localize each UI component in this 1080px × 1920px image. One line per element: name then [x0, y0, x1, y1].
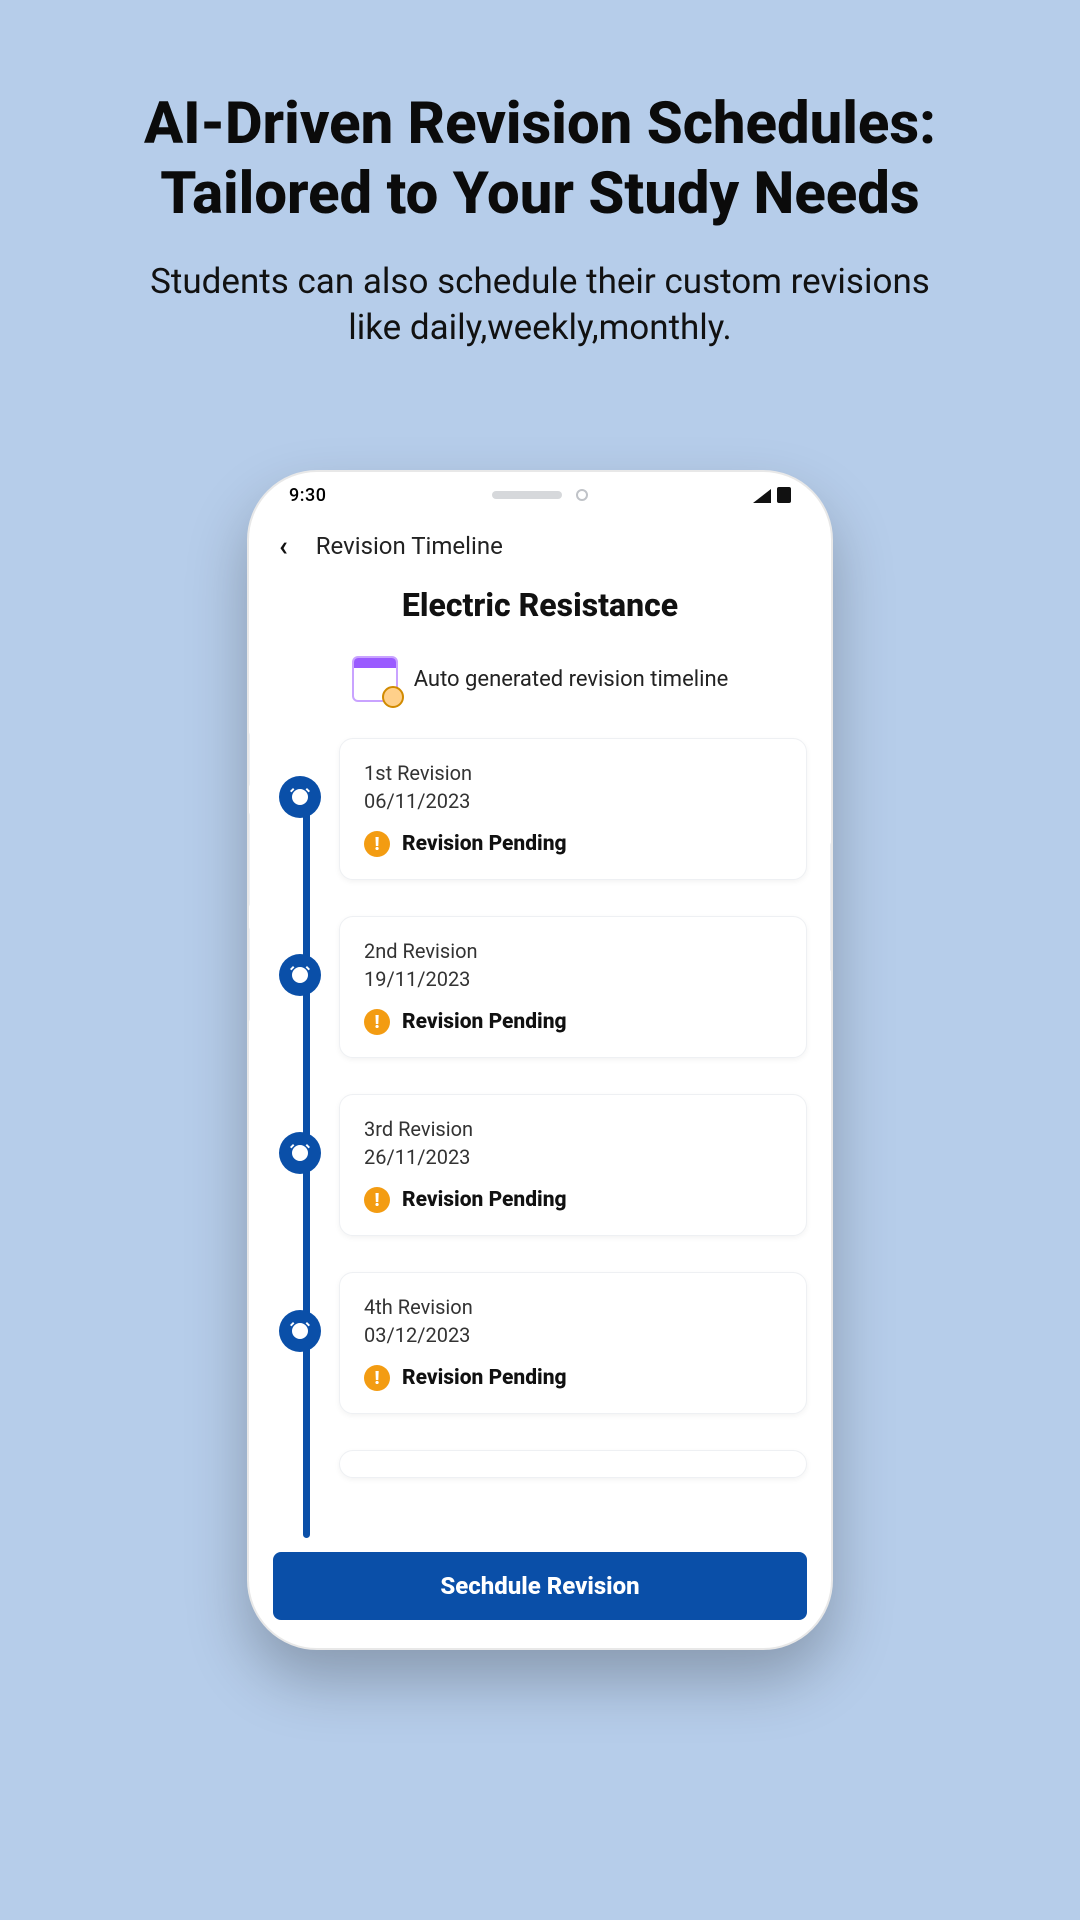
warning-icon: !	[364, 1187, 390, 1213]
page-title-line-2: Tailored to Your Study Needs	[160, 160, 919, 228]
revision-status-row: ! Revision Pending	[364, 1365, 782, 1391]
revision-status: Revision Pending	[402, 1366, 567, 1390]
warning-icon: !	[364, 831, 390, 857]
revision-label: 3rd Revision	[364, 1117, 782, 1141]
app-nav-bar: ‹ Revision Timeline	[249, 518, 831, 572]
schedule-revision-button[interactable]: Sechdule Revision	[273, 1552, 807, 1620]
phone-notch	[249, 489, 831, 501]
revision-status-row: ! Revision Pending	[364, 831, 782, 857]
topic-title: Electric Resistance	[273, 586, 807, 624]
revision-date: 26/11/2023	[364, 1145, 782, 1169]
page-subtitle-line-1: Students can also schedule their custom …	[150, 261, 930, 302]
revision-date: 06/11/2023	[364, 789, 782, 813]
back-button[interactable]: ‹	[279, 532, 288, 560]
calendar-clock-icon	[352, 656, 398, 702]
warning-icon: !	[364, 1009, 390, 1035]
revision-item[interactable]: 1st Revision 06/11/2023 ! Revision Pendi…	[339, 738, 807, 880]
revision-card: 2nd Revision 19/11/2023 ! Revision Pendi…	[339, 916, 807, 1058]
page-subtitle-line-2: like daily,weekly,monthly.	[348, 307, 732, 348]
revision-item[interactable]: 3rd Revision 26/11/2023 ! Revision Pendi…	[339, 1094, 807, 1236]
revision-label: 1st Revision	[364, 761, 782, 785]
alarm-add-icon	[279, 1310, 321, 1352]
revision-status: Revision Pending	[402, 1188, 567, 1212]
revision-date: 03/12/2023	[364, 1323, 782, 1347]
revision-label: 4th Revision	[364, 1295, 782, 1319]
revision-status-row: ! Revision Pending	[364, 1009, 782, 1035]
revision-item[interactable]: 4th Revision 03/12/2023 ! Revision Pendi…	[339, 1272, 807, 1414]
revision-status: Revision Pending	[402, 1010, 567, 1034]
revision-card: 3rd Revision 26/11/2023 ! Revision Pendi…	[339, 1094, 807, 1236]
revision-item[interactable]: 2nd Revision 19/11/2023 ! Revision Pendi…	[339, 916, 807, 1058]
subtitle-row: Auto generated revision timeline	[273, 656, 807, 702]
page-title-line-1: AI-Driven Revision Schedules:	[144, 90, 936, 158]
page-subtitle: Students can also schedule their custom …	[150, 259, 930, 350]
revision-card: 1st Revision 06/11/2023 ! Revision Pendi…	[339, 738, 807, 880]
speaker-grill	[492, 491, 562, 499]
alarm-add-icon	[279, 954, 321, 996]
front-camera	[576, 489, 588, 501]
screen-title: Revision Timeline	[316, 532, 503, 560]
status-bar: 9:30	[249, 472, 831, 518]
revision-card	[339, 1450, 807, 1478]
revision-card: 4th Revision 03/12/2023 ! Revision Pendi…	[339, 1272, 807, 1414]
alarm-add-icon	[279, 1132, 321, 1174]
alarm-add-icon	[279, 776, 321, 818]
revision-date: 19/11/2023	[364, 967, 782, 991]
warning-icon: !	[364, 1365, 390, 1391]
screen-content: Electric Resistance Auto generated revis…	[249, 572, 831, 1646]
page-title: AI-Driven Revision Schedules: Tailored t…	[144, 90, 936, 229]
auto-generated-label: Auto generated revision timeline	[414, 667, 729, 692]
revision-status-row: ! Revision Pending	[364, 1187, 782, 1213]
revision-status: Revision Pending	[402, 832, 567, 856]
timeline: 1st Revision 06/11/2023 ! Revision Pendi…	[273, 738, 807, 1478]
phone-frame: 9:30 ‹ Revision Timeline Electric Resist…	[247, 470, 833, 1650]
revision-item-partial[interactable]	[339, 1450, 807, 1478]
revision-label: 2nd Revision	[364, 939, 782, 963]
